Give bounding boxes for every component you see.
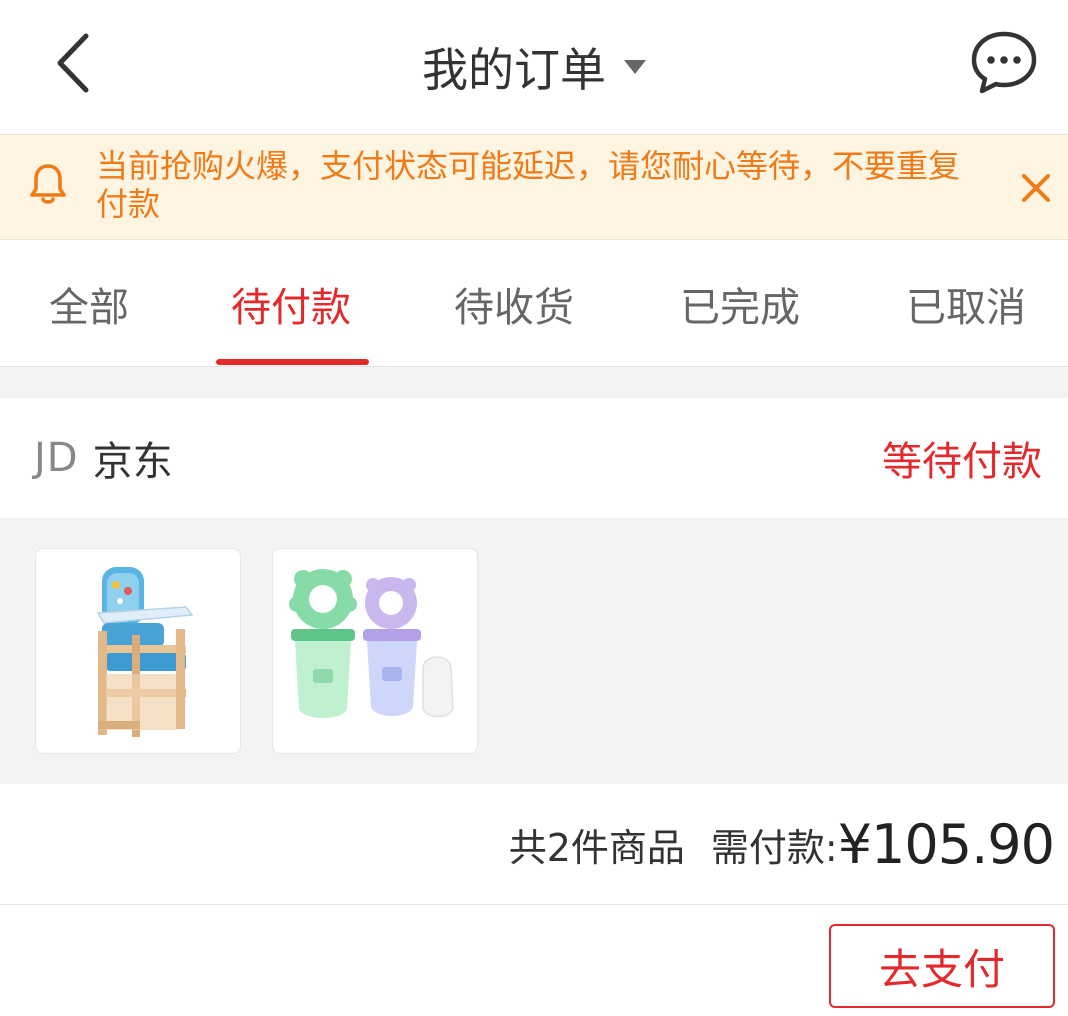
- shop-name: 京东: [92, 439, 173, 485]
- notice-text: 当前抢购火爆，支付状态可能延迟，请您耐心等待，不要重复付款: [96, 147, 961, 223]
- page-title: 我的订单: [422, 43, 606, 97]
- bell-icon: [30, 164, 66, 204]
- tab-pending-receipt[interactable]: 待收货: [414, 240, 614, 367]
- active-tab-indicator: [216, 359, 369, 365]
- high-chair-product-image: [96, 567, 194, 737]
- product-thumbnail[interactable]: [272, 548, 478, 754]
- message-button[interactable]: [968, 28, 1040, 98]
- shop-logo: JD: [34, 435, 79, 481]
- item-count: 共2件商品: [508, 826, 685, 870]
- order-type-dropdown[interactable]: 我的订单: [422, 34, 646, 100]
- payment-amount: ¥105.90: [837, 813, 1055, 876]
- chevron-left-icon: [57, 33, 89, 93]
- tab-cancelled[interactable]: 已取消: [866, 240, 1066, 367]
- caret-down-icon: [624, 60, 646, 74]
- product-thumbnail[interactable]: [35, 548, 241, 754]
- order-summary: 共2件商品 需付款: ¥105.90: [0, 784, 1068, 905]
- section-divider: [0, 367, 1068, 398]
- close-icon: [1022, 174, 1050, 202]
- payment-label: 需付款:: [710, 826, 838, 870]
- pay-now-button[interactable]: 去支付: [829, 924, 1055, 1008]
- fruit-feeder-product-image: [289, 569, 454, 718]
- order-status-label: 等待付款: [882, 439, 1042, 485]
- order-card-header: JD 京东 等待付款: [0, 398, 1068, 518]
- back-button[interactable]: [50, 28, 100, 98]
- notice-close-button[interactable]: [1016, 168, 1056, 208]
- tab-pending-payment[interactable]: 待付款: [191, 240, 391, 367]
- top-nav-bar: 我的订单: [0, 0, 1068, 134]
- order-status-tabs: 全部 待付款 待收货 已完成 已取消: [0, 240, 1068, 367]
- shop-link[interactable]: JD 京东: [34, 398, 173, 518]
- chat-bubble-icon: [971, 31, 1037, 94]
- tab-completed[interactable]: 已完成: [640, 240, 840, 367]
- tab-all[interactable]: 全部: [0, 240, 178, 367]
